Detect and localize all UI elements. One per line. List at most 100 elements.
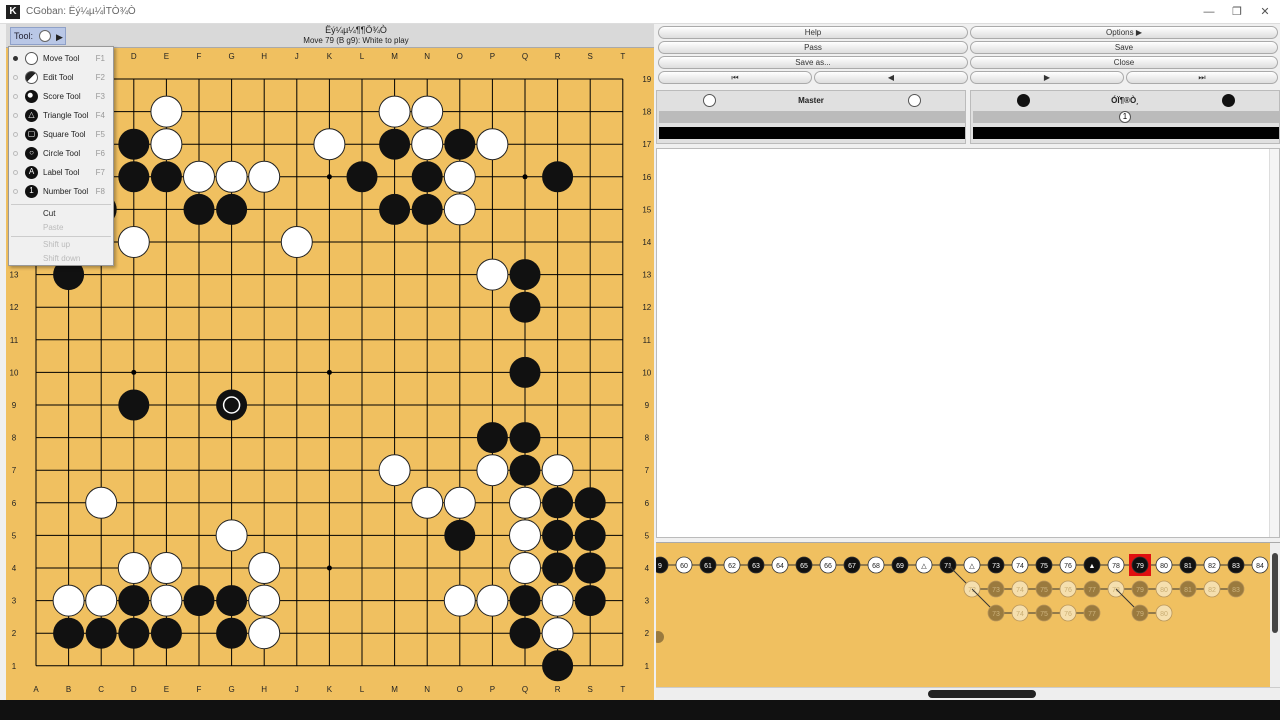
white-stone [248,160,281,193]
row-label: 5 [645,531,650,540]
menu-item-shortcut: F8 [95,187,105,196]
first-move-button[interactable]: ⏮ [658,71,812,84]
tree-node-label: 65 [800,563,808,570]
prev-move-button[interactable]: ◀ [814,71,968,84]
menu-item-shift-up[interactable]: Shift up [43,240,70,249]
menu-item-label: Move Tool [43,54,80,63]
black-stone [411,193,443,225]
menu-item-edit-tool[interactable]: Edit Tool F2 [9,68,113,87]
black-stone [444,128,476,160]
tree-node-label: 79 [1136,587,1144,594]
comment-area[interactable] [656,148,1280,538]
close-button[interactable]: Close [970,56,1278,69]
tree-node-label: 83 [1232,587,1240,594]
column-label: Q [522,685,528,694]
black-stone [118,585,150,617]
column-label: Q [522,52,528,61]
next-move-button[interactable]: ▶ [970,71,1124,84]
column-label: G [228,52,234,61]
row-label: 12 [642,303,651,312]
black-stone [574,487,606,519]
pass-button[interactable]: Pass [658,41,968,54]
tree-horizontal-scrollbar[interactable] [656,687,1280,701]
tree-vertical-scrollbar[interactable] [1270,543,1280,687]
options-button[interactable]: Options ▶ [970,26,1278,39]
radio-icon [13,189,18,194]
game-tree[interactable]: 9 60 61 62 63 64 65 66 67 68 69 △ 71 △ 73 74 75 76 ▲ 78 79 80… [656,542,1280,701]
menu-item-shortcut: F1 [95,54,105,63]
white-stone [85,486,118,519]
row-label: 6 [645,499,650,508]
tree-node-label: 77 [1088,587,1096,594]
tree-node-label: △ [969,563,975,570]
tree-node-label: 73 [992,611,1000,618]
tree-node-label: 75 [1040,587,1048,594]
tree-node-label: 74 [1016,587,1024,594]
tree-horizontal-thumb[interactable] [928,690,1036,698]
menu-item-label: Score Tool [43,92,81,101]
tree-node-label: 76 [1064,611,1072,618]
minimize-button[interactable]: — [1194,3,1224,21]
column-label: H [261,685,267,694]
column-label: J [295,52,299,61]
menu-item-square-tool[interactable]: ▢ Square Tool F5 [9,125,113,144]
tree-vertical-thumb[interactable] [1272,553,1278,633]
tree-node-label: 83 [1232,563,1240,570]
white-stone [509,486,541,519]
menu-item-cut[interactable]: Cut [43,209,55,218]
black-stone [85,617,117,649]
tool-label: Tool: [14,31,34,41]
white-stone [476,258,509,291]
black-stone [379,128,411,160]
menu-item-score-tool[interactable]: Score Tool F3 [9,87,113,106]
white-stone [411,95,444,128]
menu-item-number-tool[interactable]: 1 Number Tool F8 [9,182,113,201]
menu-item-triangle-tool[interactable]: △ Triangle Tool F4 [9,106,113,125]
menu-item-label-tool[interactable]: A Label Tool F7 [9,163,113,182]
game-tree-canvas[interactable]: 9 60 61 62 63 64 65 66 67 68 69 △ 71 △ 73 74 75 76 ▲ 78 79 80… [656,543,1270,687]
black-stone [379,193,411,225]
black-stone [509,356,541,388]
menu-item-move-tool[interactable]: Move Tool F1 [9,49,113,68]
save-button[interactable]: Save [970,41,1278,54]
last-move-button[interactable]: ⏭ [1126,71,1278,84]
tree-node-label: 76 [1064,587,1072,594]
tree-node-label: 61 [704,563,712,570]
white-stone [541,454,574,487]
white-stone [215,160,248,193]
menu-item-shortcut: F7 [95,168,105,177]
tree-node-label: 82 [1208,587,1216,594]
tool-button[interactable]: Tool: ▶ [10,27,66,45]
save-as-button[interactable]: Save as... [658,56,968,69]
row-label: 1 [645,662,650,671]
black-stone [183,193,215,225]
column-label: T [620,52,625,61]
triangle-right-icon: ▶ [1135,28,1142,37]
menu-item-paste[interactable]: Paste [43,223,63,232]
comment-scrollbar[interactable] [1269,149,1279,537]
white-stone [411,128,444,161]
menu-item-shift-down[interactable]: Shift down [43,254,80,263]
column-label: P [490,685,495,694]
black-stone [118,128,150,160]
close-window-button[interactable]: ✕ [1250,3,1280,21]
column-label: F [197,52,202,61]
board-header: Tool: ▶ Ëý¼µ¼¶¶Ö¾Ò Move 79 (B g9): White… [6,24,654,48]
white-stone [476,584,509,617]
maximize-button[interactable]: ❐ [1222,3,1252,21]
tree-node-label: 66 [824,563,832,570]
white-player-box: Master [656,90,966,144]
row-label: 13 [642,271,651,280]
white-stone [509,519,541,552]
row-label: 2 [12,629,17,638]
black-stone [509,454,541,486]
row-label: 5 [12,531,17,540]
tree-node-label: 81 [1184,563,1192,570]
black-stone [150,617,182,649]
white-stone-icon [908,94,921,107]
captures-count: 1 [1119,111,1131,123]
column-label: R [555,685,561,694]
menu-item-circle-tool[interactable]: ○ Circle Tool F6 [9,144,113,163]
help-button[interactable]: Help [658,26,968,39]
tree-node[interactable] [656,631,664,643]
